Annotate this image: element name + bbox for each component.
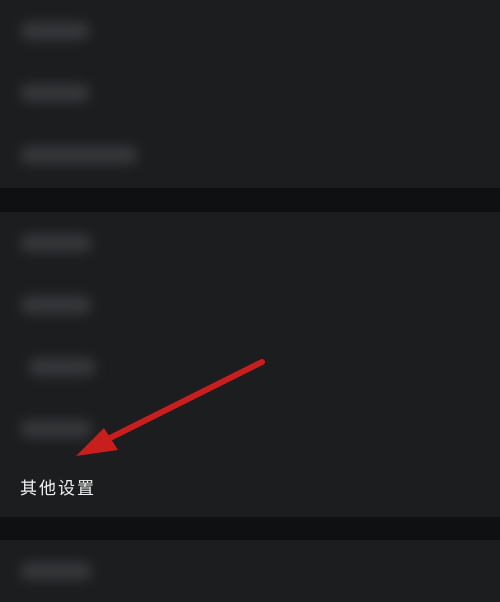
blurred-label [20,234,92,252]
settings-group-3 [0,540,500,602]
blurred-label [20,420,92,438]
blurred-label [20,22,90,40]
settings-row-blurred-8[interactable] [0,540,500,602]
blurred-label [20,146,138,164]
settings-group-1 [0,0,500,188]
blurred-label [20,562,92,580]
settings-row-blurred-7[interactable] [0,398,500,460]
blurred-label [20,296,92,314]
settings-row-blurred-3[interactable] [0,124,500,186]
settings-row-blurred-5[interactable] [0,274,500,336]
other-settings-label: 其他设置 [20,479,96,499]
blurred-label [20,84,90,102]
section-divider [0,517,500,540]
section-divider [0,188,500,212]
settings-row-blurred-4[interactable] [0,212,500,274]
blurred-label [28,358,96,376]
settings-screen: 其他设置 [0,0,500,602]
settings-row-blurred-6[interactable] [0,336,500,398]
settings-row-blurred-2[interactable] [0,62,500,124]
settings-row-blurred-1[interactable] [0,0,500,62]
